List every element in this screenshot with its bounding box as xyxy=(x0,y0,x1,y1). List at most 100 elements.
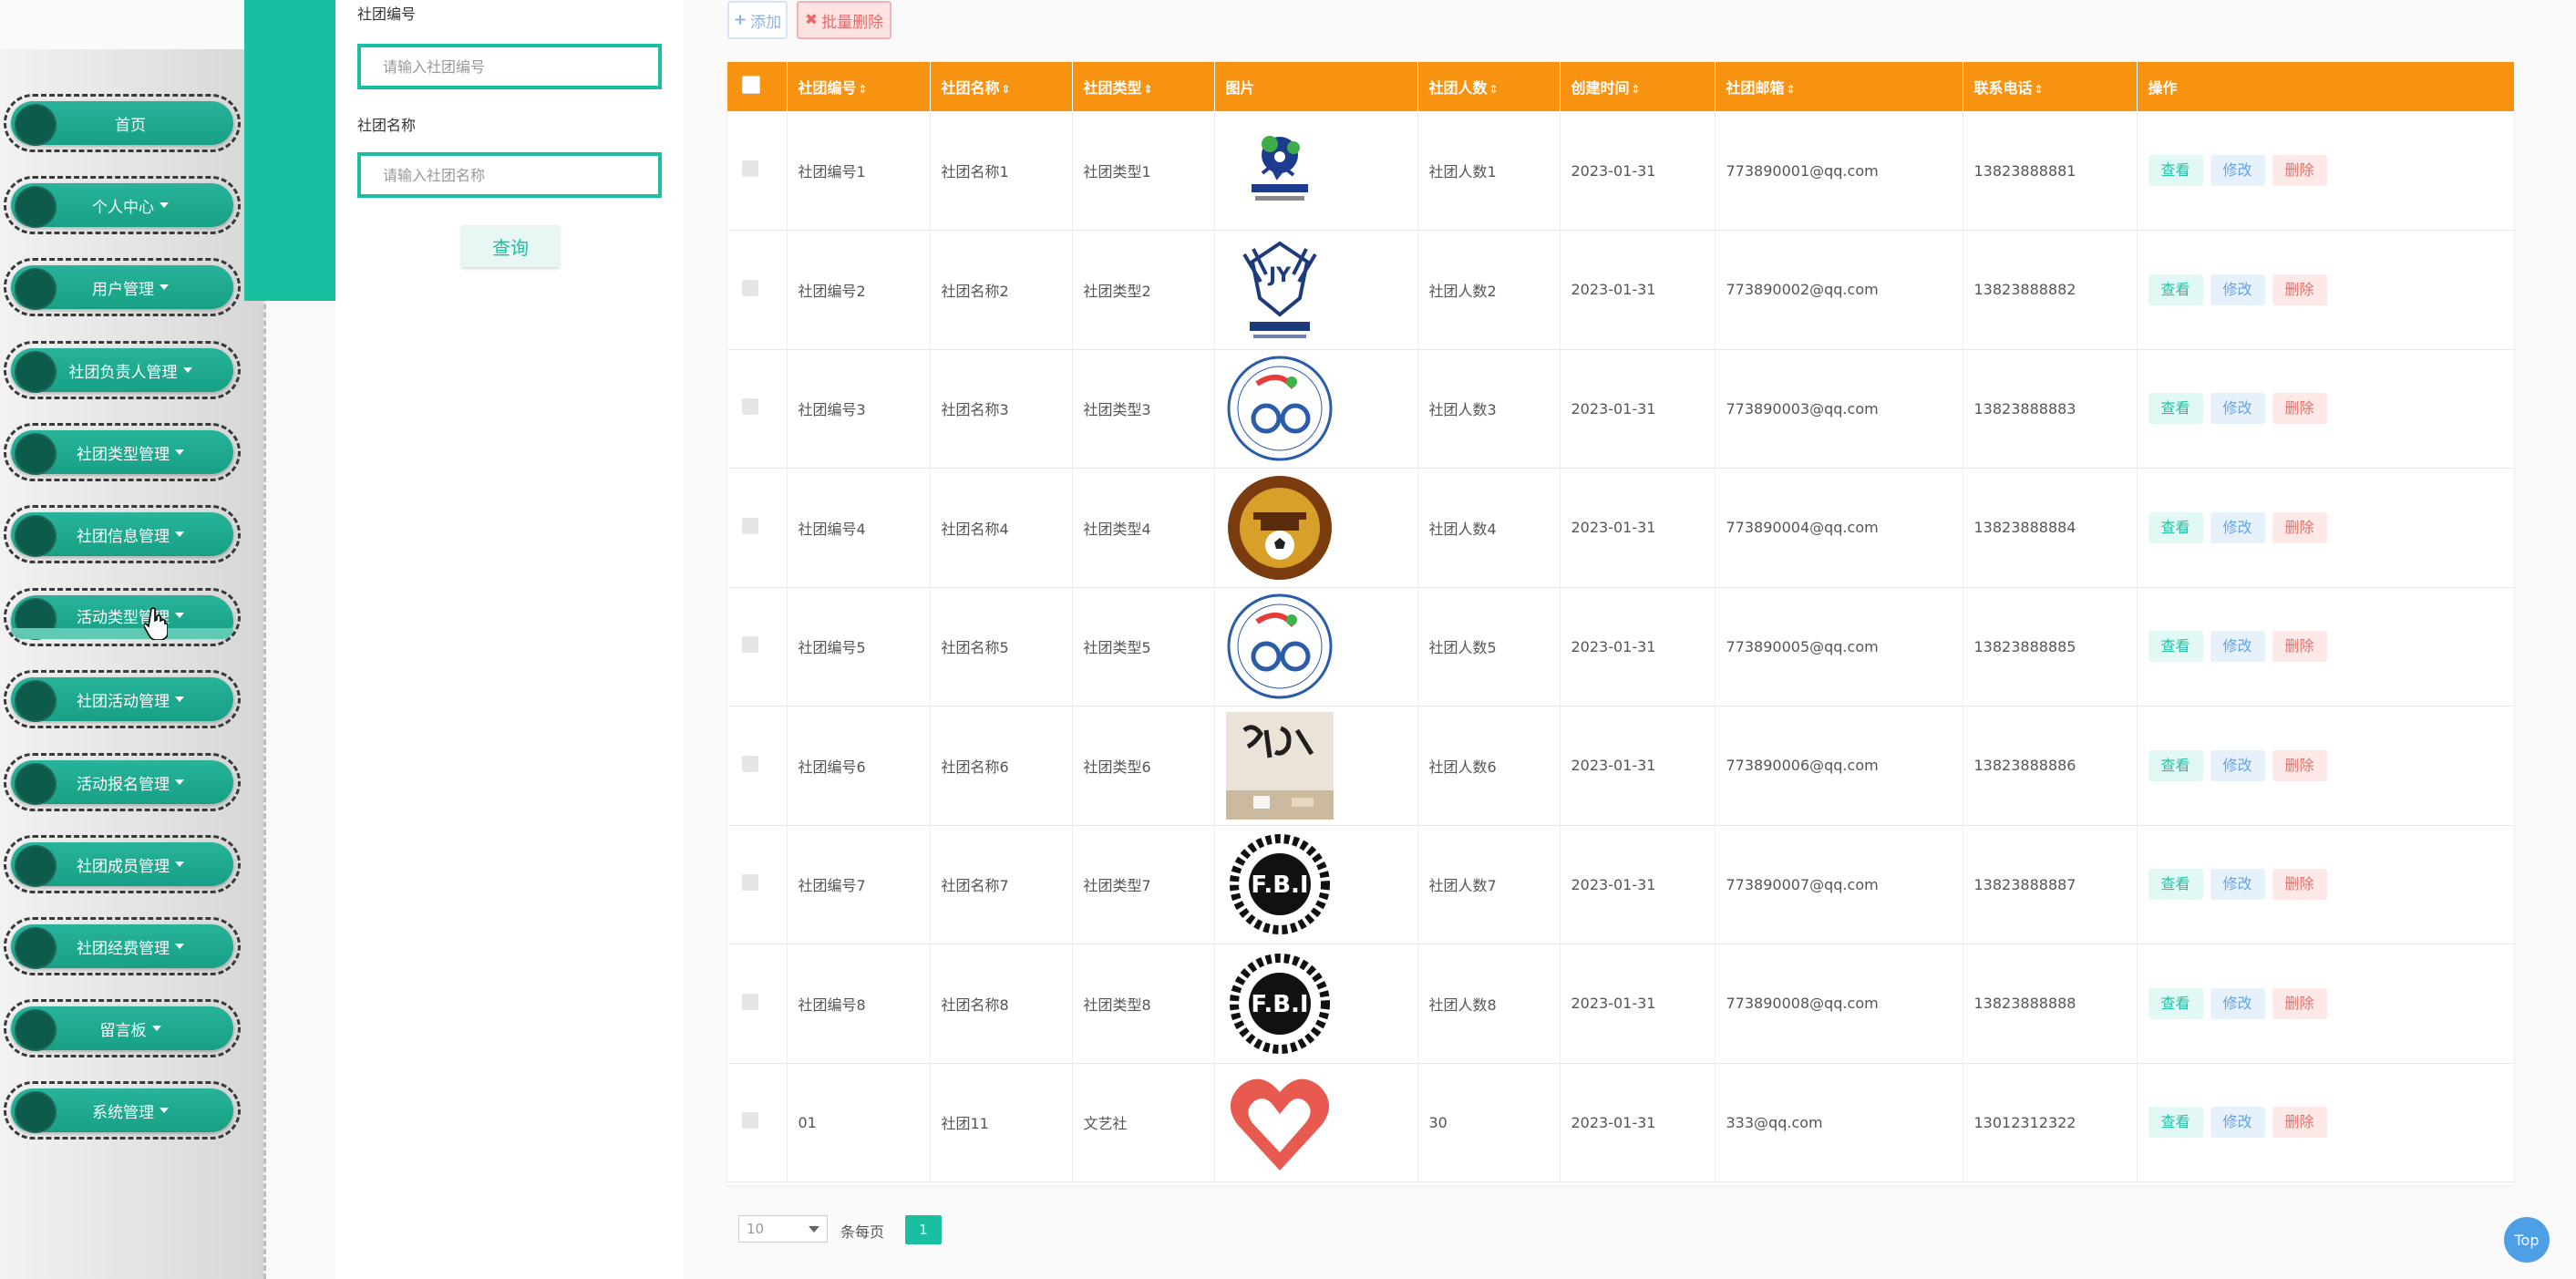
select-all-cell xyxy=(727,62,788,111)
row-checkbox[interactable] xyxy=(742,874,758,892)
caret-down-icon xyxy=(160,1108,169,1113)
sidebar-item[interactable]: 留言板 xyxy=(4,999,241,1057)
row-checkbox[interactable] xyxy=(742,993,758,1010)
sidebar-item-pill: 社团经费管理 xyxy=(11,924,233,969)
row-checkbox[interactable] xyxy=(742,755,758,772)
view-button[interactable]: 查看 xyxy=(2148,155,2203,186)
sort-icon: ⇕ xyxy=(1001,83,1011,96)
add-button[interactable]: + 添加 xyxy=(727,1,788,39)
sidebar-item[interactable]: 系统管理 xyxy=(4,1081,241,1140)
edit-button[interactable]: 修改 xyxy=(2210,273,2265,305)
view-button[interactable]: 查看 xyxy=(2148,393,2203,425)
delete-button[interactable]: 删除 xyxy=(2272,987,2327,1019)
view-button[interactable]: 查看 xyxy=(2148,749,2203,781)
column-header-label: 社团编号 xyxy=(798,79,857,97)
delete-button[interactable]: 删除 xyxy=(2272,511,2327,543)
sidebar-item[interactable]: 个人中心 xyxy=(4,176,241,234)
sidebar-item[interactable]: 社团信息管理 xyxy=(4,505,241,563)
row-checkbox[interactable] xyxy=(742,160,758,177)
column-header[interactable]: 社团人数 ⇕ xyxy=(1417,62,1561,111)
edit-button[interactable]: 修改 xyxy=(2210,1107,2265,1139)
edit-button[interactable]: 修改 xyxy=(2210,987,2265,1019)
delete-button[interactable]: 删除 xyxy=(2272,273,2327,305)
delete-button[interactable]: 删除 xyxy=(2272,155,2327,186)
page-button-current[interactable]: 1 xyxy=(905,1215,942,1244)
edit-button[interactable]: 修改 xyxy=(2210,393,2265,425)
svg-text:F.B.I: F.B.I xyxy=(1251,872,1308,899)
cell-email: 773890005@qq.com xyxy=(1715,587,1963,707)
sidebar-item[interactable]: 社团负责人管理 xyxy=(4,341,241,399)
sidebar-item[interactable]: 社团类型管理 xyxy=(4,423,241,481)
fbi-badge-logo: F.B.I xyxy=(1226,830,1334,938)
column-header[interactable]: 联系电话 ⇕ xyxy=(1963,62,2138,111)
table-row: 社团编号8 社团名称8 社团类型8 F.B.I 社团人数8 2023-01-31 77389… xyxy=(727,944,2515,1063)
sidebar-item-label: 社团类型管理 xyxy=(77,445,170,464)
club-image-cell: JY xyxy=(1214,230,1418,349)
delete-button[interactable]: 删除 xyxy=(2272,869,2327,901)
column-header[interactable]: 社团邮箱 ⇕ xyxy=(1715,62,1963,111)
column-header[interactable]: 社团编号 ⇕ xyxy=(787,62,931,111)
search-panel: 社团编号 社团名称 查询 xyxy=(335,0,684,1279)
row-checkbox[interactable] xyxy=(742,279,758,296)
view-button[interactable]: 查看 xyxy=(2148,987,2203,1019)
cell-name: 社团名称1 xyxy=(930,111,1073,231)
view-button[interactable]: 查看 xyxy=(2148,273,2203,305)
sidebar-item-pill: 个人中心 xyxy=(11,183,233,228)
sidebar-item[interactable]: 用户管理 xyxy=(4,258,241,316)
caret-down-icon xyxy=(175,613,184,618)
sidebar-item-pill: 社团信息管理 xyxy=(11,512,233,557)
view-button[interactable]: 查看 xyxy=(2148,631,2203,663)
row-checkbox[interactable] xyxy=(742,636,758,654)
sort-icon: ⇕ xyxy=(1143,83,1153,96)
edit-button[interactable]: 修改 xyxy=(2210,749,2265,781)
edit-button[interactable]: 修改 xyxy=(2210,631,2265,663)
club-no-input[interactable] xyxy=(357,44,662,89)
cell-no: 社团编号6 xyxy=(787,706,931,825)
row-actions: 查看 修改 删除 xyxy=(2137,468,2515,587)
batch-delete-button[interactable]: ✖ 批量删除 xyxy=(797,1,891,39)
club-image-cell xyxy=(1214,706,1418,825)
sidebar-item-pill: 社团负责人管理 xyxy=(11,348,233,393)
row-select-cell xyxy=(727,1063,788,1182)
sidebar-item[interactable]: 社团经费管理 xyxy=(4,917,241,975)
row-select-cell xyxy=(727,706,788,825)
edit-button[interactable]: 修改 xyxy=(2210,155,2265,186)
sidebar-item[interactable]: 活动类型管理 xyxy=(4,588,241,646)
back-to-top-button[interactable]: Top xyxy=(2504,1217,2550,1263)
query-button[interactable]: 查询 xyxy=(461,225,560,267)
cell-email: 773890003@qq.com xyxy=(1715,349,1963,469)
delete-button[interactable]: 删除 xyxy=(2272,1107,2327,1139)
delete-button[interactable]: 删除 xyxy=(2272,631,2327,663)
column-header[interactable]: 社团类型 ⇕ xyxy=(1072,62,1215,111)
select-all-checkbox[interactable] xyxy=(742,76,760,94)
sidebar-item-label: 首页 xyxy=(115,116,146,135)
sidebar-item[interactable]: 社团成员管理 xyxy=(4,835,241,893)
view-button[interactable]: 查看 xyxy=(2148,511,2203,543)
sidebar-item[interactable]: 首页 xyxy=(4,94,241,152)
page-size-select[interactable]: 10 xyxy=(738,1215,828,1243)
column-header[interactable]: 社团名称 ⇕ xyxy=(930,62,1073,111)
caret-down-icon xyxy=(175,861,184,867)
sidebar-item[interactable]: 活动报名管理 xyxy=(4,753,241,811)
cell-type: 社团类型4 xyxy=(1072,468,1215,587)
sidebar-item[interactable]: 社团活动管理 xyxy=(4,670,241,728)
club-image-cell xyxy=(1214,1063,1418,1182)
club-image-cell: F.B.I xyxy=(1214,825,1418,944)
delete-button[interactable]: 删除 xyxy=(2272,749,2327,781)
delete-button[interactable]: 删除 xyxy=(2272,393,2327,425)
cell-members: 社团人数2 xyxy=(1417,230,1561,349)
edit-button[interactable]: 修改 xyxy=(2210,511,2265,543)
row-checkbox[interactable] xyxy=(742,1112,758,1129)
caret-down-icon xyxy=(160,284,169,290)
sidebar-item-label: 个人中心 xyxy=(92,198,154,217)
cell-created: 2023-01-31 xyxy=(1560,825,1716,944)
edit-button[interactable]: 修改 xyxy=(2210,869,2265,901)
view-button[interactable]: 查看 xyxy=(2148,869,2203,901)
table-row: 社团编号2 社团名称2 社团类型2 JY 社团人数2 2023-01-31 77389000… xyxy=(727,230,2515,349)
row-checkbox[interactable] xyxy=(742,398,758,416)
club-name-input[interactable] xyxy=(357,152,662,198)
cell-name: 社团名称7 xyxy=(930,825,1073,944)
view-button[interactable]: 查看 xyxy=(2148,1107,2203,1139)
row-checkbox[interactable] xyxy=(742,517,758,534)
column-header[interactable]: 创建时间 ⇕ xyxy=(1560,62,1716,111)
